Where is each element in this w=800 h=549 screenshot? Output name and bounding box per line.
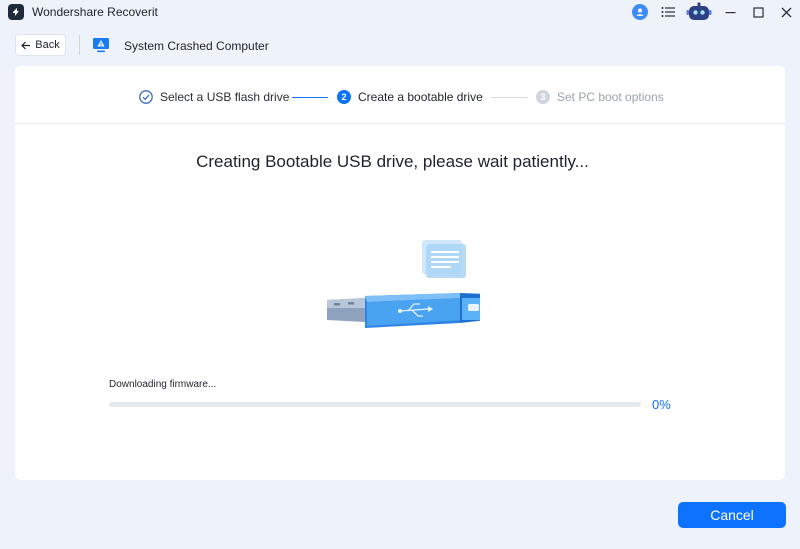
page-header: Back System Crashed Computer xyxy=(0,32,800,60)
back-button[interactable]: Back xyxy=(15,34,66,56)
step-number-badge: 2 xyxy=(337,90,351,104)
progress-percent: 0% xyxy=(652,397,671,412)
cancel-button[interactable]: Cancel xyxy=(678,502,786,528)
step-label: Create a bootable drive xyxy=(358,90,483,104)
step-label: Select a USB flash drive xyxy=(160,90,290,104)
stepper: Select a USB flash drive 2 Create a boot… xyxy=(15,66,785,124)
account-icon[interactable] xyxy=(626,0,654,24)
recoverit-logo-icon xyxy=(8,4,24,20)
step-connector xyxy=(292,97,328,98)
progress-bar xyxy=(109,402,641,407)
arrow-left-icon xyxy=(21,41,31,49)
menu-icon[interactable] xyxy=(654,0,682,24)
step-number-badge: 3 xyxy=(536,90,550,104)
computer-warning-icon xyxy=(92,36,110,54)
progress-label: Downloading firmware... xyxy=(109,379,217,390)
step-connector xyxy=(491,97,527,98)
main-panel: Select a USB flash drive 2 Create a boot… xyxy=(15,66,785,480)
status-heading: Creating Bootable USB drive, please wait… xyxy=(196,152,589,171)
robot-assistant-icon[interactable] xyxy=(682,0,716,24)
app-window: Wondershare Recoverit Back System Crashe… xyxy=(0,0,800,549)
header-divider xyxy=(79,35,80,55)
app-title: Wondershare Recoverit xyxy=(32,5,158,19)
check-circle-icon xyxy=(139,90,153,104)
document-card-icon xyxy=(422,240,466,278)
step-label: Set PC boot options xyxy=(557,90,664,104)
back-button-label: Back xyxy=(35,39,60,51)
title-bar: Wondershare Recoverit xyxy=(0,0,800,24)
maximize-icon[interactable] xyxy=(744,0,772,24)
usb-drive-illustration xyxy=(310,236,486,336)
minimize-icon[interactable] xyxy=(716,0,744,24)
step-create-bootable: 2 Create a bootable drive xyxy=(337,90,483,104)
page-title: System Crashed Computer xyxy=(124,39,269,53)
step-select-usb: Select a USB flash drive xyxy=(139,90,289,104)
close-icon[interactable] xyxy=(772,0,800,24)
step-boot-options: 3 Set PC boot options xyxy=(536,90,664,104)
